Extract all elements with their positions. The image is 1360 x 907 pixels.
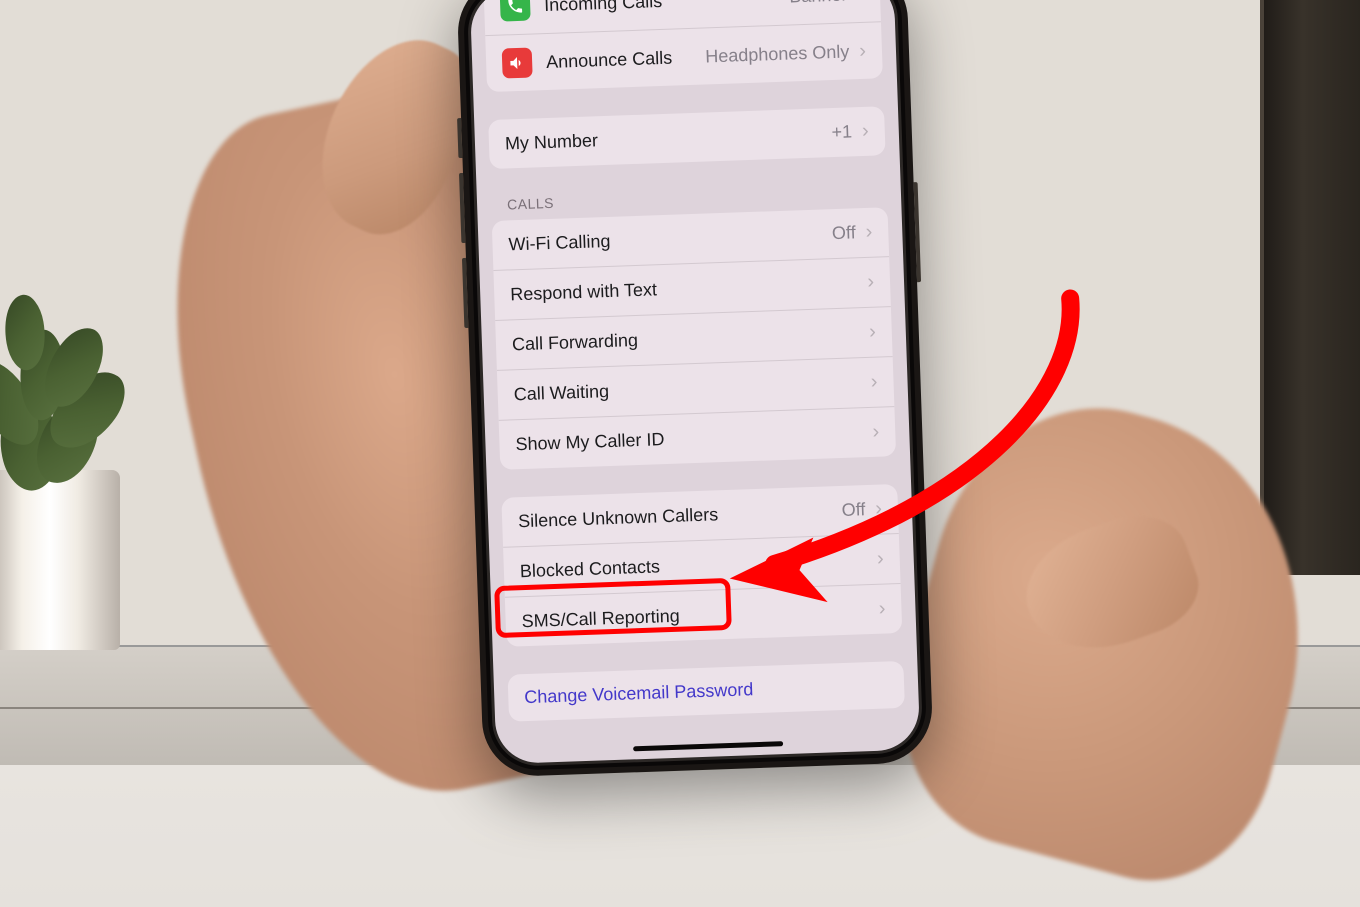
silence-unknown-label: Silence Unknown Callers <box>518 500 842 532</box>
silent-switch <box>457 118 462 158</box>
sms-reporting-label: SMS/Call Reporting <box>521 599 879 632</box>
home-indicator[interactable] <box>633 741 783 751</box>
iphone-device: Incoming Calls Banner › Announce Calls H… <box>456 0 934 778</box>
incoming-calls-value: Banner <box>789 0 848 7</box>
succulent-plant <box>0 250 150 650</box>
caller-id-label: Show My Caller ID <box>515 422 873 455</box>
phone-icon <box>500 0 531 22</box>
incoming-calls-label: Incoming Calls <box>544 0 790 16</box>
chevron-right-icon: › <box>865 221 872 244</box>
wifi-calling-label: Wi-Fi Calling <box>508 223 832 255</box>
settings-group-voicemail: Change Voicemail Password <box>508 661 905 722</box>
my-number-label: My Number <box>505 122 832 154</box>
respond-text-label: Respond with Text <box>510 272 868 305</box>
blocked-contacts-label: Blocked Contacts <box>520 549 878 582</box>
chevron-right-icon: › <box>869 321 876 344</box>
settings-group-calls: Wi-Fi Calling Off › Respond with Text › … <box>492 207 896 470</box>
row-my-number[interactable]: My Number +1 › <box>488 106 885 169</box>
row-change-voicemail[interactable]: Change Voicemail Password <box>508 661 905 722</box>
announce-calls-label: Announce Calls <box>546 46 706 73</box>
call-waiting-label: Call Waiting <box>513 372 871 405</box>
picture-frame-edge <box>1260 0 1360 575</box>
chevron-right-icon: › <box>857 0 864 6</box>
announce-calls-value: Headphones Only <box>705 41 850 67</box>
settings-group-number: My Number +1 › <box>488 106 885 169</box>
chevron-right-icon: › <box>877 548 884 571</box>
settings-group-blocking: Silence Unknown Callers Off › Blocked Co… <box>501 484 902 647</box>
change-voicemail-label: Change Voicemail Password <box>524 679 754 707</box>
chevron-right-icon: › <box>862 120 869 143</box>
wifi-calling-value: Off <box>832 222 856 244</box>
announce-icon <box>502 48 533 79</box>
chevron-right-icon: › <box>859 39 866 62</box>
chevron-right-icon: › <box>870 371 877 394</box>
call-forwarding-label: Call Forwarding <box>512 322 870 355</box>
settings-group-notifications: Incoming Calls Banner › Announce Calls H… <box>484 0 883 92</box>
silence-unknown-value: Off <box>841 499 865 521</box>
chevron-right-icon: › <box>867 271 874 294</box>
phone-screen: Incoming Calls Banner › Announce Calls H… <box>470 0 921 764</box>
my-number-value: +1 <box>831 121 852 143</box>
chevron-right-icon: › <box>872 421 879 444</box>
chevron-right-icon: › <box>875 498 882 521</box>
chevron-right-icon: › <box>878 598 885 621</box>
